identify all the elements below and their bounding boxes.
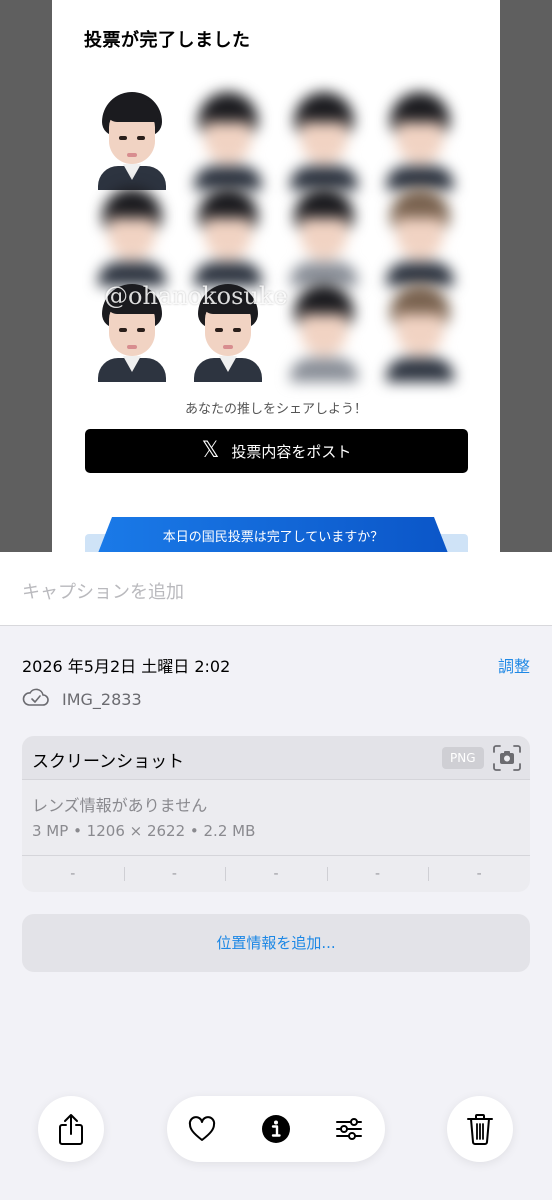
blurred-face-thumbnail	[192, 90, 264, 190]
blurred-face-thumbnail	[384, 186, 456, 286]
exif-focal-length: -	[123, 856, 226, 892]
lens-info: レンズ情報がありません	[32, 796, 208, 815]
x-logo-icon: 𝕏	[201, 438, 220, 463]
trash-icon	[467, 1114, 493, 1145]
add-location-button[interactable]: 位置情報を追加...	[22, 914, 530, 972]
exif-row: - - - - -	[22, 856, 530, 892]
blurred-face-thumbnail	[384, 282, 456, 382]
delete-button[interactable]	[447, 1096, 513, 1162]
heart-icon[interactable]	[187, 1114, 217, 1144]
blurred-face-thumbnail	[384, 90, 456, 190]
format-badge: PNG	[442, 747, 484, 769]
adjust-date-button[interactable]: 調整	[498, 653, 530, 677]
adjust-icon[interactable]	[334, 1114, 364, 1144]
exif-iso: -	[70, 866, 76, 882]
caption-placeholder[interactable]: キャプションを追加	[22, 578, 184, 604]
file-name: IMG_2833	[62, 690, 142, 709]
metadata-card: スクリーンショット PNG レンズ情報がありません 3 MP • 1206 × …	[22, 736, 530, 892]
icloud-check-icon	[22, 688, 49, 706]
post-button-label: 投票内容をポスト	[231, 442, 352, 461]
blurred-face-thumbnail	[96, 186, 168, 286]
watermark-text: @ohanokosuke	[104, 282, 288, 310]
blurred-face-thumbnail	[288, 186, 360, 286]
metadata-card-header: スクリーンショット PNG	[22, 736, 530, 780]
exif-shutter: -	[428, 856, 530, 892]
vote-banner: 本日の国民投票は完了していますか？	[98, 517, 448, 552]
post-vote-button: 𝕏 投票内容をポスト	[85, 429, 468, 473]
photo-title: 投票が完了しました	[84, 30, 251, 51]
blurred-face-thumbnail	[192, 186, 264, 286]
share-button[interactable]	[38, 1096, 104, 1162]
exif-exposure: -	[225, 856, 327, 892]
face-thumbnail	[96, 90, 168, 190]
info-icon[interactable]	[261, 1114, 291, 1144]
blurred-face-thumbnail	[288, 282, 360, 382]
share-prompt: あなたの推しをシェアしよう！	[184, 402, 367, 417]
photo-preview-area[interactable]: 投票が完了しました @ohanokosuke あなたの推しをシェアしよう！ 𝕏 …	[0, 0, 552, 552]
image-specs: 3 MP • 1206 × 2622 • 2.2 MB	[32, 822, 256, 840]
photo-image[interactable]: 投票が完了しました @ohanokosuke あなたの推しをシェアしよう！ 𝕏 …	[52, 0, 500, 552]
exif-aperture: -	[326, 856, 429, 892]
image-type-title: スクリーンショット	[32, 752, 185, 772]
caption-field[interactable]: キャプションを追加	[0, 552, 552, 626]
blurred-face-thumbnail	[288, 90, 360, 190]
action-toolbar	[167, 1096, 385, 1162]
camera-scan-icon[interactable]	[492, 744, 522, 772]
share-icon	[59, 1114, 83, 1145]
photo-date: 2026 年5月2日 土曜日 2:02	[22, 657, 231, 676]
